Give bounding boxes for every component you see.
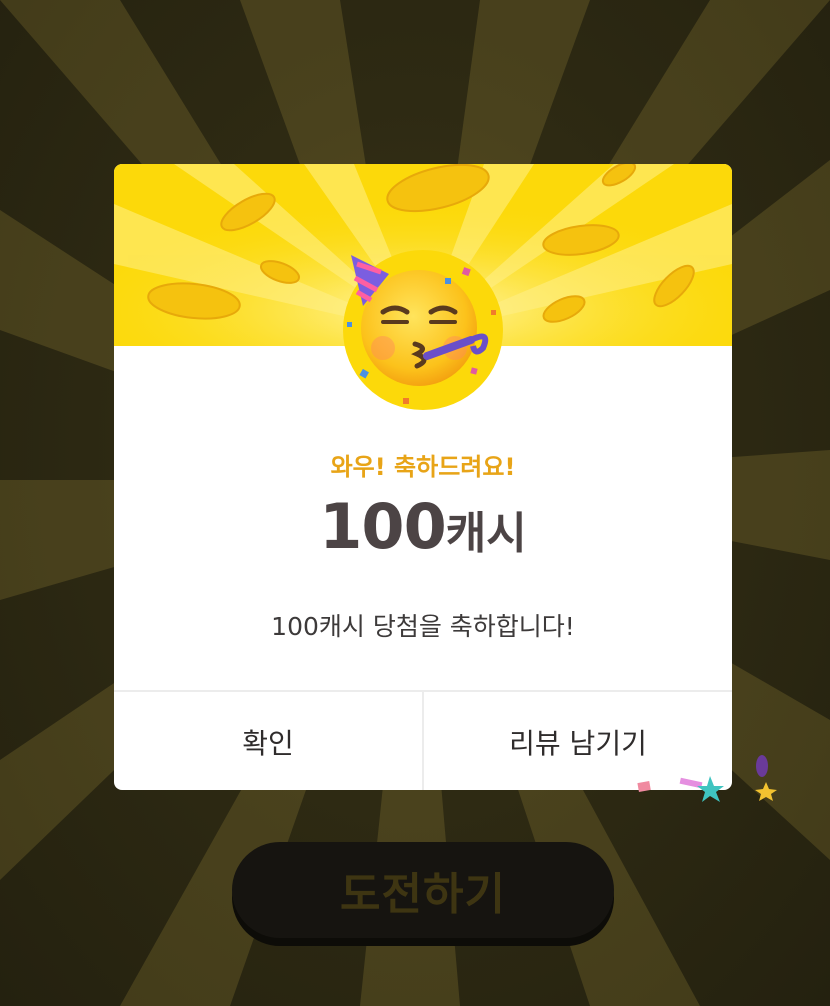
challenge-button-label: 도전하기 bbox=[340, 869, 506, 920]
confetti-decoration bbox=[637, 755, 777, 802]
reward-amount-unit: 캐시 bbox=[445, 508, 527, 559]
reward-amount-number: 100 bbox=[319, 490, 446, 563]
congrats-subtitle: 와우! 축하드려요! bbox=[330, 453, 516, 481]
challenge-button[interactable]: 도전하기 bbox=[232, 842, 614, 938]
reward-message: 100캐시 당첨을 축하합니다! bbox=[271, 612, 575, 641]
partying-face-icon bbox=[347, 255, 496, 404]
confirm-button[interactable]: 확인 bbox=[114, 692, 422, 790]
screen: 도전하기 와우! 축하드려요! 100캐시 100캐시 당첨을 축하합니다! 확… bbox=[0, 0, 830, 1006]
reward-amount: 100캐시 bbox=[114, 490, 732, 563]
reward-dialog: 와우! 축하드려요! 100캐시 100캐시 당첨을 축하합니다! 확인 리뷰 … bbox=[114, 164, 732, 790]
